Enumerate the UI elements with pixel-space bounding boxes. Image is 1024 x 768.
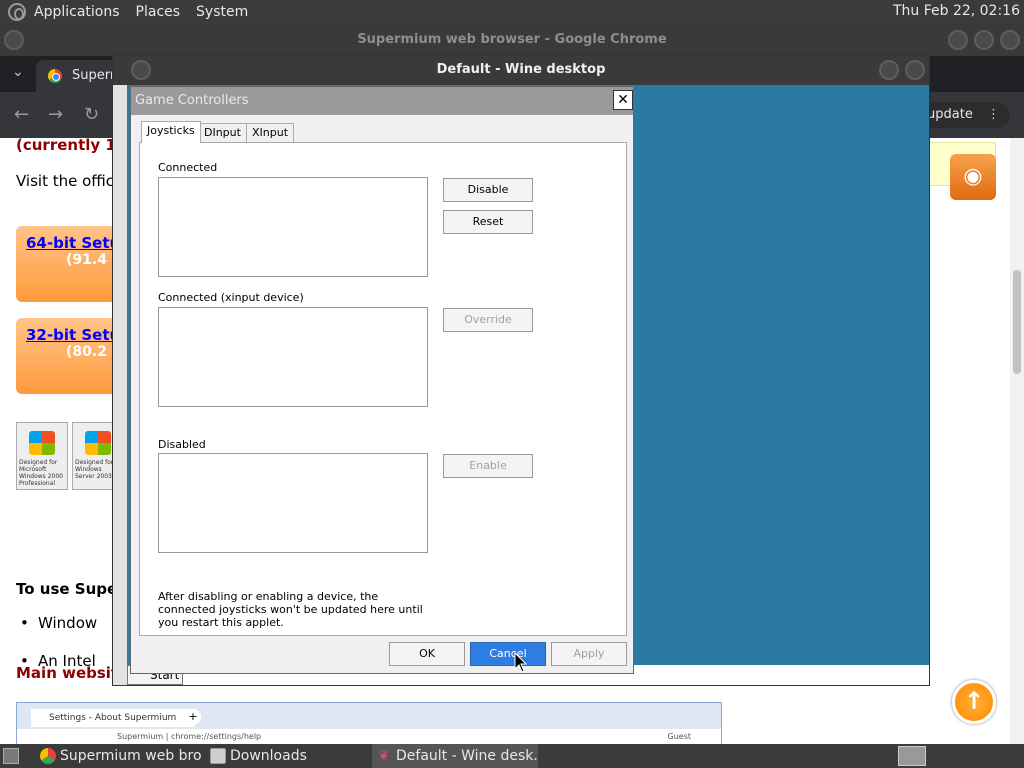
window-menu-button[interactable] <box>4 30 24 50</box>
taskbar-item-label: Downloads <box>230 748 307 764</box>
tab-joysticks[interactable]: Joysticks <box>141 121 201 143</box>
new-tab-icon: + <box>185 709 201 725</box>
mouse-cursor-icon <box>514 652 528 673</box>
tab-xinput[interactable]: XInput <box>246 123 295 143</box>
distro-logo-icon[interactable] <box>8 3 26 21</box>
maximize-button[interactable] <box>974 30 994 50</box>
xinput-list[interactable] <box>158 307 428 407</box>
wine-titlebar[interactable]: Default - Wine desktop <box>113 55 929 85</box>
cancel-button[interactable]: Cancel <box>470 642 546 666</box>
game-controllers-dialog: Game Controllers ✕ Joysticks DInput XInp… <box>130 86 634 674</box>
window-menu-button[interactable] <box>131 60 151 80</box>
disabled-list[interactable] <box>158 453 428 553</box>
rss-icon[interactable]: ◉ <box>950 154 996 200</box>
close-button[interactable] <box>1000 30 1020 50</box>
reload-icon[interactable]: ↻ <box>84 104 99 125</box>
screenshot-address: Supermium | chrome://settings/help Guest <box>17 729 721 744</box>
minimize-button[interactable] <box>879 60 899 80</box>
badge-text: Designed for Microsoft Windows 2000 Prof… <box>19 459 63 487</box>
screenshot-url: Supermium | chrome://settings/help <box>117 732 262 741</box>
ok-button[interactable]: OK <box>389 642 465 666</box>
chrome-favicon-icon <box>48 69 62 83</box>
screenshot-tab: Settings - About Supermium <box>31 709 195 727</box>
chrome-icon <box>40 748 56 764</box>
dialog-title: Game Controllers <box>135 93 249 108</box>
scroll-to-top-icon[interactable]: ↑ <box>952 680 996 724</box>
clock[interactable]: Thu Feb 22, 02:16 <box>893 3 1020 19</box>
windows-flag-icon <box>29 431 55 455</box>
menu-system[interactable]: System <box>196 4 248 20</box>
joysticks-panel: Connected Disable Reset Connected (xinpu… <box>139 142 627 636</box>
override-button[interactable]: Override <box>443 308 533 332</box>
menu-places[interactable]: Places <box>136 4 181 20</box>
guest-label: Guest <box>667 732 692 741</box>
minimize-button[interactable] <box>948 30 968 50</box>
page-scrollbar[interactable] <box>1010 138 1024 744</box>
requirement-item: Window <box>20 614 97 632</box>
wine-window-title: Default - Wine desktop <box>436 62 606 77</box>
forward-arrow-icon[interactable]: → <box>48 104 63 125</box>
disable-button[interactable]: Disable <box>443 178 533 202</box>
workspace-switcher[interactable] <box>898 746 926 766</box>
show-desktop-icon[interactable] <box>3 748 19 764</box>
menu-applications[interactable]: Applications <box>34 4 120 20</box>
folder-icon <box>210 748 226 764</box>
restart-note: After disabling or enabling a device, th… <box>158 590 423 629</box>
tab-dinput[interactable]: DInput <box>198 123 247 143</box>
taskbar-item-chrome[interactable]: Supermium web bro... <box>36 744 202 768</box>
enable-button[interactable]: Enable <box>443 454 533 478</box>
top-panel: Applications Places System Thu Feb 22, 0… <box>0 0 1024 24</box>
screenshot-image: Settings - About Supermium + Supermium |… <box>16 702 722 744</box>
download-32-button[interactable]: 32-bit Setup (80.2 M <box>16 318 131 394</box>
close-button[interactable] <box>905 60 925 80</box>
chrome-titlebar[interactable]: Supermium web browser - Google Chrome <box>0 24 1024 56</box>
back-arrow-icon[interactable]: ← <box>14 104 29 125</box>
reset-button[interactable]: Reset <box>443 210 533 234</box>
wine-icon: ❦ <box>378 748 390 764</box>
taskbar-item-label: Supermium web bro... <box>60 748 202 764</box>
bottom-taskbar: Supermium web bro... Downloads ❦ Default… <box>0 744 1024 768</box>
tab-search-chevron-icon[interactable]: ⌄ <box>12 64 24 80</box>
windows-flag-icon <box>85 431 111 455</box>
dialog-titlebar[interactable]: Game Controllers <box>131 87 633 115</box>
taskbar-item-label: Default - Wine desk... <box>396 748 538 764</box>
download-64-button[interactable]: 64-bit Setup (91.4 M <box>16 226 131 302</box>
apply-button[interactable]: Apply <box>551 642 627 666</box>
more-menu-icon[interactable]: ⋮ <box>987 107 1000 122</box>
close-icon[interactable]: ✕ <box>613 90 633 110</box>
disabled-label: Disabled <box>158 438 206 451</box>
connected-list[interactable] <box>158 177 428 277</box>
chrome-window-title: Supermium web browser - Google Chrome <box>357 32 667 47</box>
visit-text: Visit the offici <box>16 172 119 190</box>
taskbar-item-downloads[interactable]: Downloads <box>206 744 366 768</box>
connected-label: Connected <box>158 161 218 174</box>
windows-2000-badge: Designed for Microsoft Windows 2000 Prof… <box>16 422 68 490</box>
taskbar-item-wine[interactable]: ❦ Default - Wine desk... <box>372 744 538 768</box>
scrollbar-thumb[interactable] <box>1013 270 1021 374</box>
to-use-heading: To use Super <box>16 580 125 598</box>
xinput-label: Connected (xinput device) <box>158 291 304 304</box>
